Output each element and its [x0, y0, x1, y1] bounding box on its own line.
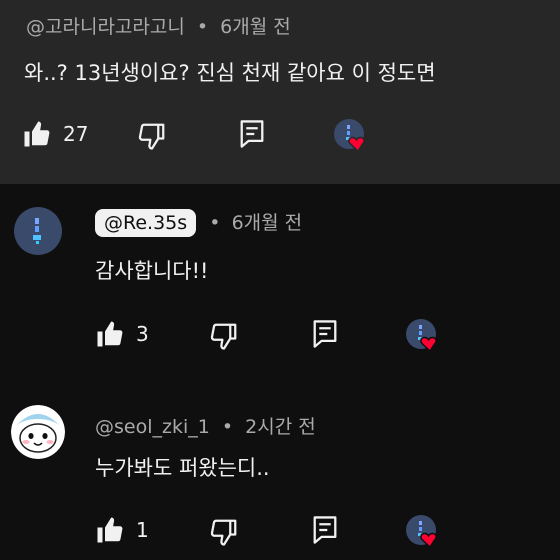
creator-logo-icon [33, 218, 41, 244]
dislike-icon[interactable] [209, 517, 239, 547]
comment-1-time: 6개월 전 [220, 16, 291, 38]
reply-icon[interactable] [238, 118, 266, 150]
like-icon[interactable] [22, 119, 52, 149]
comment-1-text: 와..? 13년생이요? 진심 천재 같아요 이 정도면 [24, 61, 436, 85]
comment-1-like-count: 27 [63, 122, 89, 146]
comment-2-separator: • [209, 212, 221, 234]
comment-1-header: @고라니라고라고니 • 6개월 전 [26, 12, 291, 39]
comment-1-author[interactable]: @고라니라고라고니 [26, 16, 185, 38]
reply-icon[interactable] [311, 318, 339, 350]
reply-icon[interactable] [311, 514, 339, 546]
comment-3-text: 누가봐도 퍼왔는디.. [95, 456, 270, 480]
dislike-icon[interactable] [137, 121, 167, 151]
like-icon[interactable] [95, 319, 125, 349]
comment-3-separator: • [221, 416, 234, 438]
creator-heart-icon [406, 319, 437, 353]
avatar[interactable] [11, 405, 65, 459]
comment-2-author[interactable]: @Re.35s [95, 209, 197, 237]
comment-3-header: @seol_zki_1 • 2시간 전 [95, 412, 316, 439]
comment-2-header: @Re.35s • 6개월 전 [95, 208, 302, 237]
comment-3-author[interactable]: @seol_zki_1 [95, 416, 210, 438]
comment-3-like-count: 1 [136, 518, 149, 542]
comment-1-separator: • [196, 16, 209, 38]
dislike-icon[interactable] [209, 321, 239, 351]
creator-heart-icon [406, 515, 437, 549]
creator-heart-icon [334, 119, 365, 153]
comment-2-like-count: 3 [136, 322, 149, 346]
like-icon[interactable] [95, 515, 125, 545]
comment-2-time: 6개월 전 [231, 212, 303, 234]
comment-2-text: 감사합니다!! [95, 259, 209, 283]
avatar[interactable] [14, 207, 62, 255]
character-avatar-icon [11, 405, 65, 459]
comment-3-time: 2시간 전 [245, 416, 316, 438]
